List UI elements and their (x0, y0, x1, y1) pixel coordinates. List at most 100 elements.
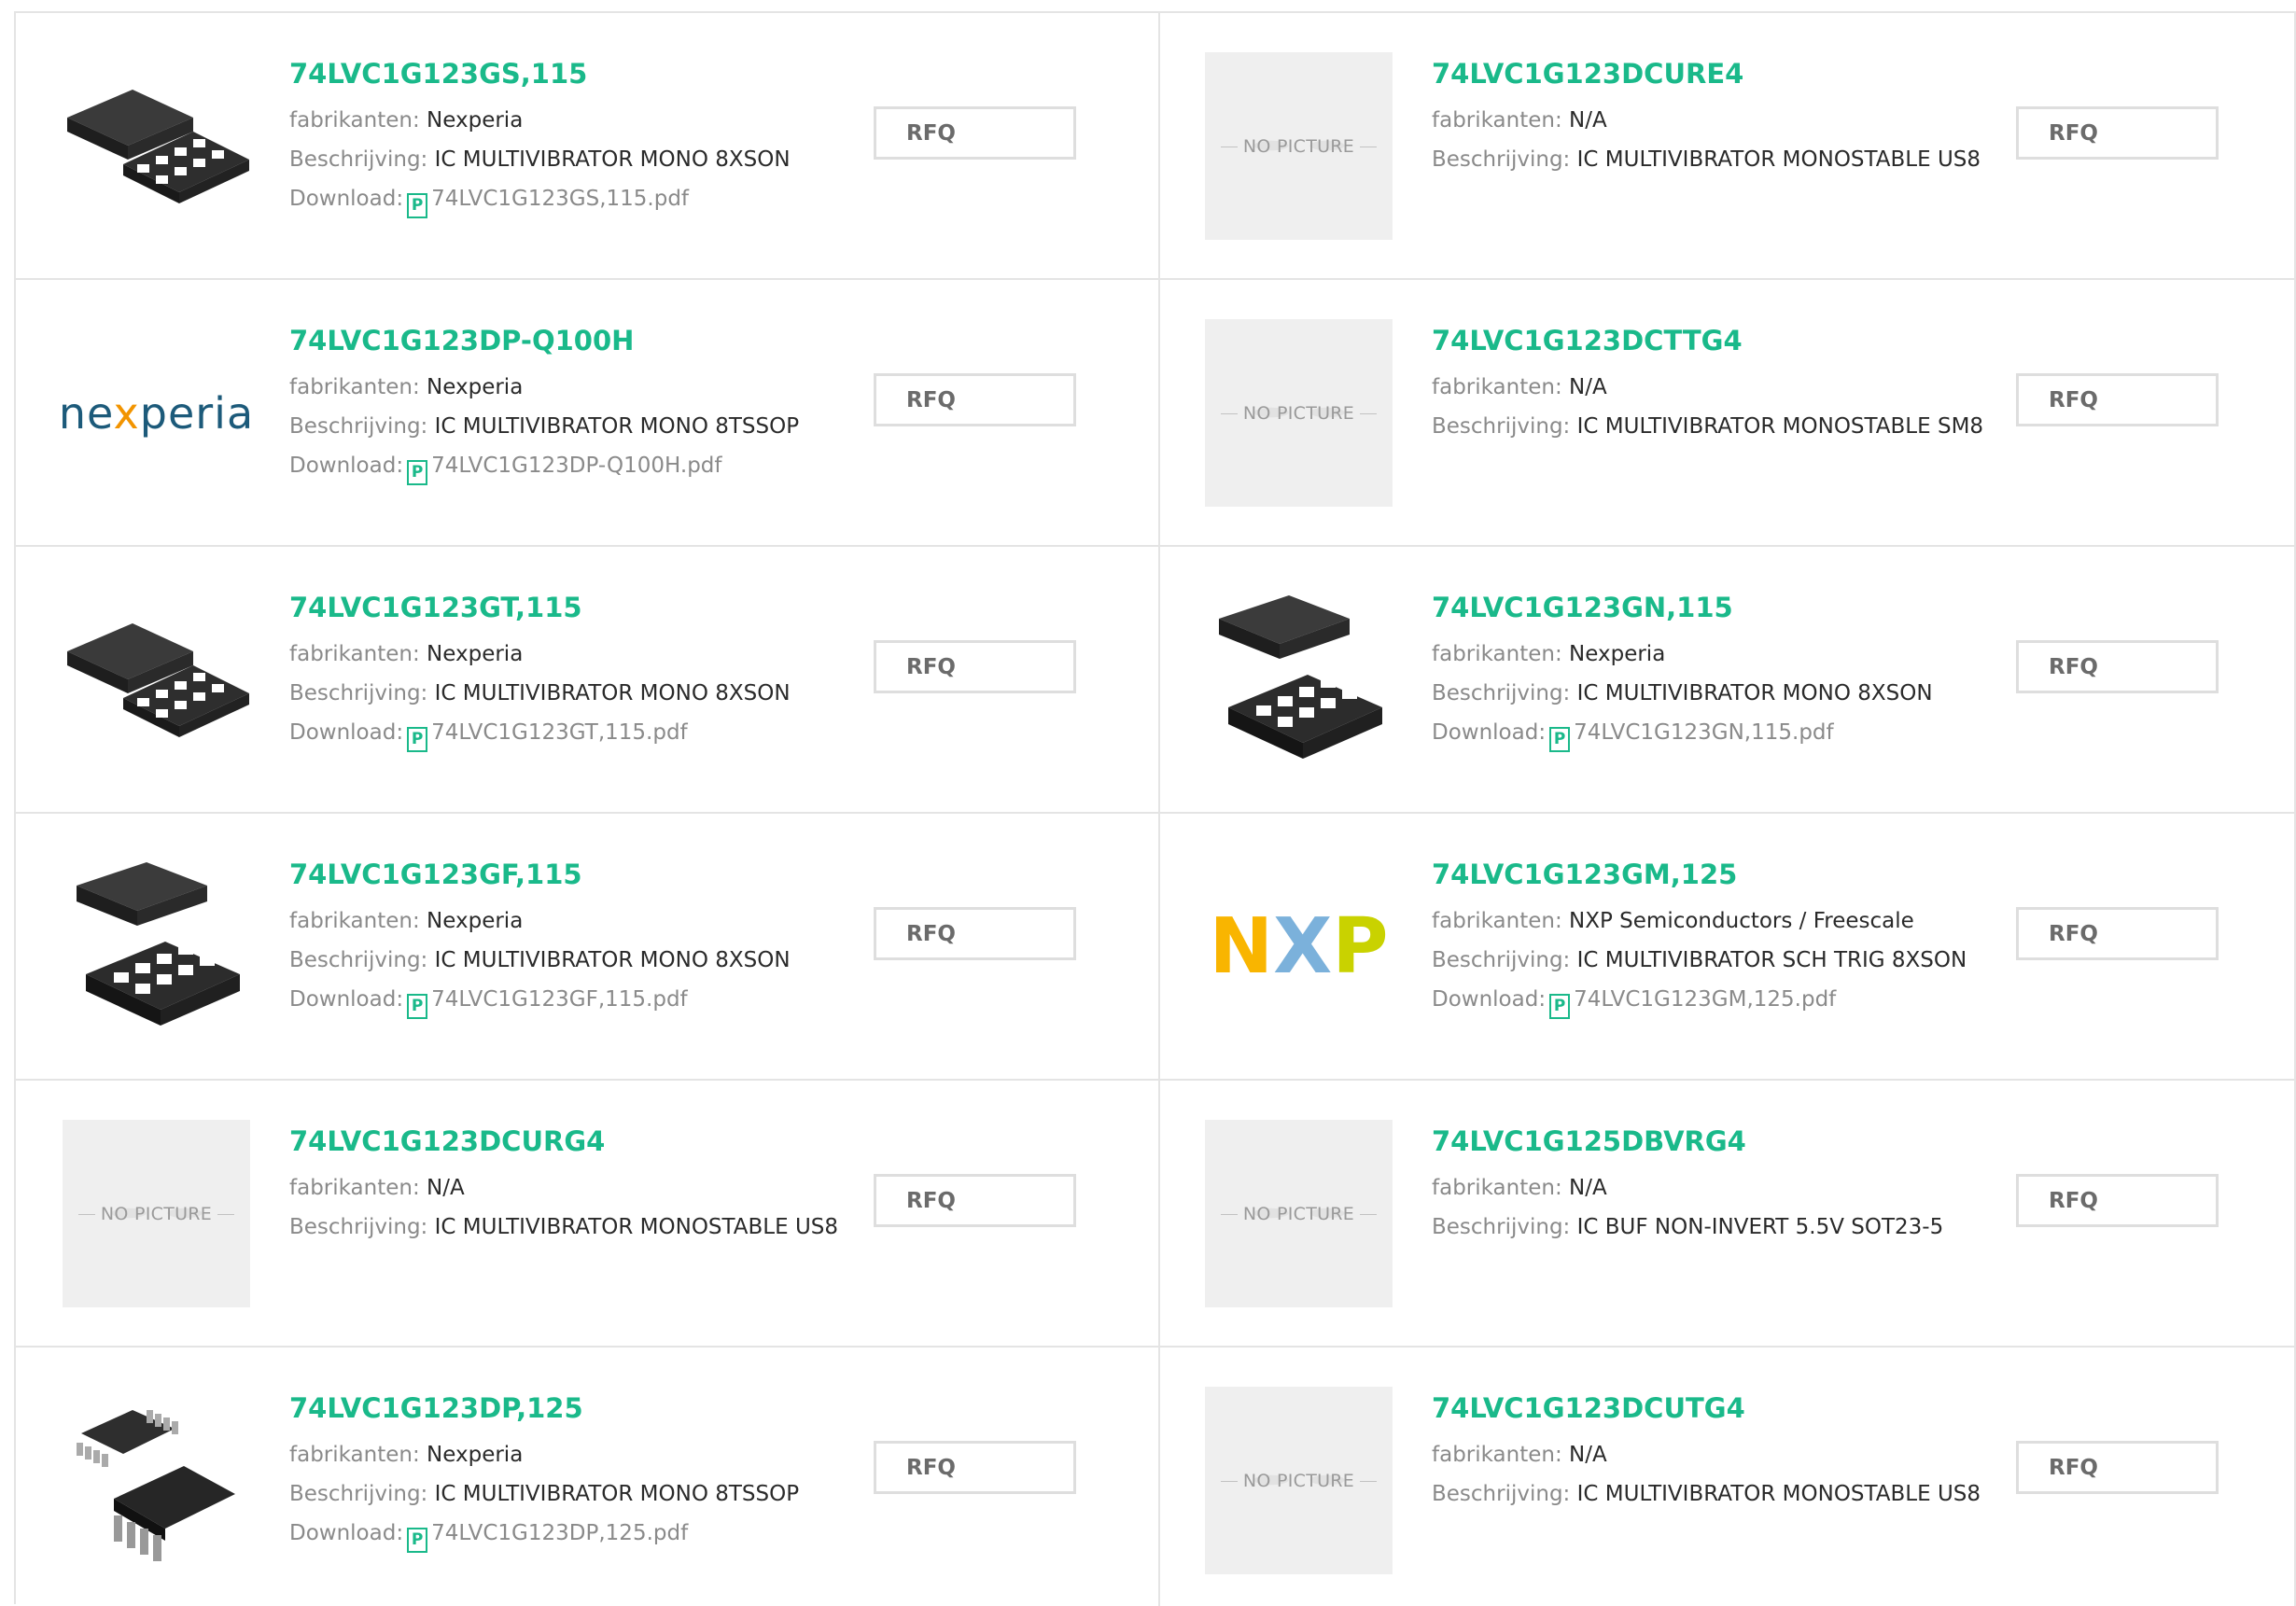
download-line: Download: P 74LVC1G123DP,125.pdf (289, 1514, 799, 1553)
manufacturer-value: Nexperia (427, 1443, 524, 1467)
product-image[interactable]: nexperia (63, 319, 250, 507)
rfq-button[interactable]: RFQ (2016, 1441, 2219, 1494)
product-part-link[interactable]: 74LVC1G123DP-Q100H (289, 324, 799, 357)
description-value: IC MULTIVIBRATOR MONOSTABLE US8 (434, 1215, 839, 1239)
manufacturer-label: fabrikanten: (1432, 375, 1562, 399)
description-value: IC BUF NON-INVERT 5.5V SOT23-5 (1576, 1215, 1944, 1239)
rfq-button[interactable]: RFQ (874, 907, 1076, 960)
description-line: Beschrijving: IC MULTIVIBRATOR MONOSTABL… (1432, 407, 1983, 446)
datasheet-link[interactable]: 74LVC1G123GT,115.pdf (431, 720, 688, 745)
datasheet-link[interactable]: 74LVC1G123GS,115.pdf (431, 187, 689, 211)
product-part-link[interactable]: 74LVC1G123GS,115 (289, 57, 791, 91)
datasheet-link[interactable]: 74LVC1G123DP,125.pdf (431, 1521, 688, 1545)
product-part-link[interactable]: 74LVC1G123DCURG4 (289, 1124, 838, 1158)
rfq-button[interactable]: RFQ (874, 1441, 1076, 1494)
description-line: Beschrijving: IC MULTIVIBRATOR MONOSTABL… (1432, 140, 1981, 179)
product-image[interactable] (1205, 586, 1393, 774)
manufacturer-value: N/A (427, 1176, 465, 1200)
manufacturer-value: N/A (1569, 1176, 1607, 1200)
product-part-link[interactable]: 74LVC1G123GF,115 (289, 858, 791, 891)
datasheet-link[interactable]: 74LVC1G123GN,115.pdf (1574, 720, 1834, 745)
product-card: 74LVC1G123GF,115 fabrikanten: Nexperia Bes… (16, 814, 1160, 1081)
product-part-link[interactable]: 74LVC1G123GN,115 (1432, 591, 1933, 624)
manufacturer-value: Nexperia (427, 108, 524, 133)
description-value: IC MULTIVIBRATOR MONOSTABLE US8 (1576, 147, 1981, 172)
product-card: NO PICTURE 74LVC1G123DCUTG4 fabrikanten: N… (1160, 1348, 2296, 1606)
product-image[interactable]: NO PICTURE (63, 1120, 250, 1307)
product-card: 74LVC1G123GS,115 fabrikanten: Nexperia Bes… (16, 13, 1160, 280)
product-image[interactable] (63, 52, 250, 240)
product-part-link[interactable]: 74LVC1G123DP,125 (289, 1391, 799, 1425)
product-part-link[interactable]: 74LVC1G123DCUTG4 (1432, 1391, 1981, 1425)
product-part-link[interactable]: 74LVC1G123DCTTG4 (1432, 324, 1983, 357)
description-label: Beschrijving: (1432, 1482, 1571, 1506)
product-info: 74LVC1G125DBVRG4 fabrikanten: N/A Beschrij… (1432, 1124, 1943, 1247)
product-card: NO PICTURE 74LVC1G123DCTTG4 fabrikanten: N… (1160, 280, 2296, 547)
description-value: IC MULTIVIBRATOR MONO 8TSSOP (434, 1482, 800, 1506)
rfq-button[interactable]: RFQ (874, 106, 1076, 160)
product-part-link[interactable]: 74LVC1G123GM,125 (1432, 858, 1967, 891)
description-value: IC MULTIVIBRATOR MONO 8TSSOP (434, 414, 800, 439)
no-picture-label: NO PICTURE (1220, 1204, 1378, 1224)
divider (217, 1213, 235, 1215)
product-image[interactable] (63, 853, 250, 1040)
product-info: 74LVC1G123GN,115 fabrikanten: Nexperia Bes… (1432, 591, 1933, 752)
product-image[interactable]: NO PICTURE (1205, 1120, 1393, 1307)
rfq-button[interactable]: RFQ (2016, 907, 2219, 960)
description-line: Beschrijving: IC MULTIVIBRATOR MONO 8XSO… (289, 674, 791, 713)
product-image[interactable] (63, 586, 250, 774)
product-part-link[interactable]: 74LVC1G123DCURE4 (1432, 57, 1981, 91)
product-image[interactable]: NO PICTURE (1205, 319, 1393, 507)
product-part-link[interactable]: 74LVC1G125DBVRG4 (1432, 1124, 1943, 1158)
description-line: Beschrijving: IC BUF NON-INVERT 5.5V SOT… (1432, 1208, 1943, 1247)
rfq-button[interactable]: RFQ (2016, 106, 2219, 160)
product-info: 74LVC1G123DCUTG4 fabrikanten: N/A Beschrij… (1432, 1391, 1981, 1514)
nxp-logo: NXP (1209, 901, 1389, 991)
rfq-button[interactable]: RFQ (874, 1174, 1076, 1227)
pdf-icon[interactable]: P (407, 1528, 428, 1553)
pdf-icon[interactable]: P (1549, 994, 1571, 1019)
rfq-button[interactable]: RFQ (2016, 1174, 2219, 1227)
product-image[interactable]: NO PICTURE (1205, 52, 1393, 240)
manufacturer-value: Nexperia (427, 375, 524, 399)
manufacturer-line: fabrikanten: N/A (1432, 1168, 1943, 1208)
description-label: Beschrijving: (289, 948, 428, 972)
rfq-button[interactable]: RFQ (874, 373, 1076, 426)
product-image[interactable] (63, 1387, 250, 1574)
pdf-icon[interactable]: P (1549, 727, 1571, 752)
datasheet-link[interactable]: 74LVC1G123GF,115.pdf (431, 987, 688, 1012)
product-card: 74LVC1G123GN,115 fabrikanten: Nexperia Bes… (1160, 547, 2296, 814)
pdf-icon[interactable]: P (407, 193, 428, 218)
manufacturer-label: fabrikanten: (289, 108, 420, 133)
manufacturer-line: fabrikanten: N/A (1432, 101, 1981, 140)
manufacturer-label: fabrikanten: (1432, 1443, 1562, 1467)
description-line: Beschrijving: IC MULTIVIBRATOR MONO 8TSS… (289, 407, 799, 446)
download-line: Download: P 74LVC1G123GT,115.pdf (289, 713, 791, 752)
download-line: Download: P 74LVC1G123DP-Q100H.pdf (289, 446, 799, 485)
product-info: 74LVC1G123GT,115 fabrikanten: Nexperia Bes… (289, 591, 791, 752)
xson-chip-icon (67, 90, 249, 203)
datasheet-link[interactable]: 74LVC1G123DP-Q100H.pdf (431, 454, 721, 478)
divider (1220, 1213, 1238, 1215)
product-image[interactable]: NO PICTURE (1205, 1387, 1393, 1574)
manufacturer-value: Nexperia (1569, 642, 1666, 666)
pdf-icon[interactable]: P (407, 994, 428, 1019)
datasheet-link[interactable]: 74LVC1G123GM,125.pdf (1574, 987, 1836, 1012)
description-line: Beschrijving: IC MULTIVIBRATOR MONO 8XSO… (1432, 674, 1933, 713)
divider (1220, 412, 1238, 414)
product-image[interactable]: NXP (1205, 853, 1393, 1040)
manufacturer-label: fabrikanten: (289, 1443, 420, 1467)
pdf-icon[interactable]: P (407, 460, 428, 485)
pdf-icon[interactable]: P (407, 727, 428, 752)
description-value: IC MULTIVIBRATOR SCH TRIG 8XSON (1576, 948, 1967, 972)
no-picture-label: NO PICTURE (1220, 403, 1378, 424)
rfq-button[interactable]: RFQ (2016, 373, 2219, 426)
no-picture-label: NO PICTURE (77, 1204, 235, 1224)
product-info: 74LVC1G123DCURG4 fabrikanten: N/A Beschrij… (289, 1124, 838, 1247)
manufacturer-line: fabrikanten: Nexperia (289, 901, 791, 941)
product-part-link[interactable]: 74LVC1G123GT,115 (289, 591, 791, 624)
rfq-button[interactable]: RFQ (874, 640, 1076, 693)
rfq-button[interactable]: RFQ (2016, 640, 2219, 693)
description-line: Beschrijving: IC MULTIVIBRATOR MONO 8XSO… (289, 140, 791, 179)
description-label: Beschrijving: (289, 147, 428, 172)
